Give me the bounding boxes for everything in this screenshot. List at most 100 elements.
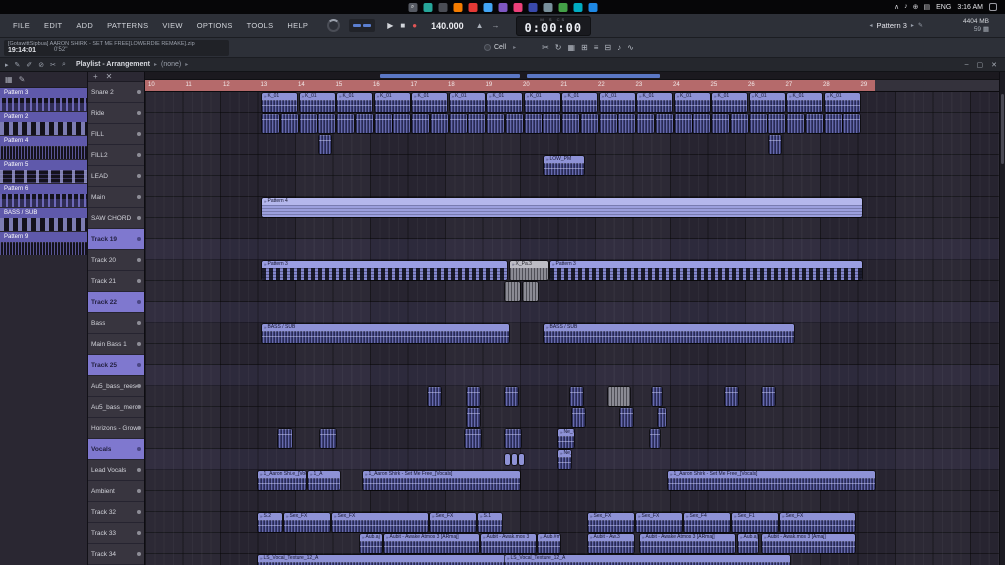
playlist-grid[interactable]: 10 11 12 13 14 15 16 17 18 19 20 21 22 23 24 25 26 27 28 29… — [145, 72, 1000, 565]
menu-options[interactable]: OPTIONS — [190, 21, 240, 30]
pattern-selector-label[interactable]: Pattern 3 — [876, 21, 906, 30]
chevron-up-icon[interactable]: ∧ — [894, 3, 899, 11]
mute-dot-icon[interactable] — [137, 321, 141, 325]
timeline-ruler[interactable]: 10 11 12 13 14 15 16 17 18 19 20 21 22 23 24 25 26 27 28 29 — [145, 80, 999, 92]
playlist-clip[interactable]: » K_01 — [562, 93, 597, 112]
mute-dot-icon[interactable] — [137, 216, 141, 220]
playlist-clip[interactable] — [730, 114, 748, 133]
playlist-clip[interactable] — [768, 114, 786, 133]
track-header[interactable]: Track 25 — [88, 355, 144, 376]
playlist-clip[interactable] — [374, 114, 392, 133]
playlist-clip[interactable]: » Aubit - Awake Atmos 3 [ARmaj] — [640, 534, 735, 553]
add-track-icon[interactable]: + — [93, 72, 98, 81]
taskbar-app-pink-icon[interactable] — [513, 2, 522, 12]
playlist-clip[interactable] — [278, 429, 292, 448]
playlist-clip[interactable]: » Pattern 3 — [550, 261, 862, 280]
playlist-clip[interactable] — [524, 114, 542, 133]
loop-selection[interactable] — [145, 80, 875, 91]
taskbar-search-icon[interactable]: ⌕ — [408, 2, 417, 12]
record-icon[interactable]: ● — [412, 21, 417, 30]
playlist-clip[interactable] — [318, 114, 336, 133]
pattern-item[interactable]: Pattern 3 — [0, 88, 87, 111]
playlist-clip[interactable] — [320, 429, 336, 448]
play-icon[interactable]: ▶ — [387, 21, 393, 30]
track-header[interactable]: Track 32 — [88, 502, 144, 523]
vertical-scrollbar[interactable] — [1000, 72, 1005, 565]
playlist-clip[interactable] — [637, 114, 654, 133]
pattern-item[interactable]: Pattern 9 — [0, 232, 87, 255]
playlist-clip[interactable] — [262, 114, 279, 133]
playlist-clip[interactable] — [749, 114, 767, 133]
track-header[interactable]: Ambient — [88, 481, 144, 502]
slide-icon[interactable]: ≡ — [594, 43, 599, 52]
pattern-selector[interactable]: ◂ Pattern 3 ▸ ✎ — [869, 21, 923, 30]
chevron-left-icon[interactable]: ◂ — [869, 22, 872, 29]
track-header[interactable]: Track 34 — [88, 544, 144, 565]
track-header[interactable]: Track 19 — [88, 229, 144, 250]
pencil-icon[interactable]: ✎ — [918, 22, 923, 29]
articulate-icon[interactable]: ∿ — [627, 43, 634, 52]
playlist-clip[interactable]: » K_01 — [337, 93, 372, 112]
playlist-clip[interactable]: » Sex_F4 — [684, 513, 730, 532]
pattern-item[interactable]: Pattern 2 — [0, 112, 87, 135]
mute-dot-icon[interactable] — [137, 447, 141, 451]
clip-area[interactable]: » K_01» K_01» K_01» K_01» K_01» K_01» K_01» K_01… — [145, 92, 999, 565]
pattern-mode-icon[interactable]: ▲ — [476, 21, 484, 30]
playlist-clip[interactable] — [843, 114, 861, 133]
playlist-clip[interactable]: » 1_A — [308, 471, 340, 490]
playlist-clip[interactable] — [762, 387, 775, 406]
menu-tools[interactable]: TOOLS — [240, 21, 281, 30]
playlist-clip[interactable]: » K_01 — [599, 93, 635, 112]
playlist-clip[interactable]: » Aub.aj — [738, 534, 758, 553]
zoom-icon[interactable]: ⌕ — [62, 61, 66, 69]
minimize-icon[interactable]: – — [965, 61, 969, 69]
tempo-value[interactable]: 140.000 — [431, 21, 464, 31]
playlist-clip[interactable] — [487, 114, 504, 133]
playlist-clip[interactable]: » Sex_FX — [430, 513, 476, 532]
mute-dot-icon[interactable] — [137, 237, 141, 241]
playlist-clip[interactable]: » Sex_FX — [780, 513, 855, 532]
step-edit-icon[interactable]: ▦ — [567, 43, 575, 52]
playlist-clip[interactable] — [299, 114, 317, 133]
track-header[interactable]: Horizons - Growl.. — [88, 418, 144, 439]
playlist-clip[interactable]: » Sex_FX — [284, 513, 330, 532]
playlist-clip[interactable] — [769, 135, 781, 154]
pattern-item[interactable]: Pattern 5 — [0, 160, 87, 183]
taskbar-app-royal-icon[interactable] — [588, 2, 597, 12]
playlist-clip[interactable] — [523, 282, 538, 301]
playlist-clip[interactable]: » BASS / SUB — [544, 324, 794, 343]
cut-icon[interactable]: ✂ — [542, 43, 549, 52]
playlist-clip[interactable]: » K_01 — [824, 93, 860, 112]
mute-dot-icon[interactable] — [137, 153, 141, 157]
playlist-clip[interactable] — [280, 114, 298, 133]
mute-dot-icon[interactable] — [137, 468, 141, 472]
track-header[interactable]: Bass — [88, 313, 144, 334]
menu-edit[interactable]: EDIT — [37, 21, 69, 30]
playlist-clip[interactable]: » 1_Aaron Shirk - Set Me Free_[Vocals] — [363, 471, 520, 490]
mute-dot-icon[interactable] — [137, 132, 141, 136]
menu-help[interactable]: HELP — [280, 21, 315, 30]
playlist-clip[interactable]: » K_01 — [712, 93, 747, 112]
close-icon[interactable]: ✕ — [991, 61, 997, 69]
playlist-clip[interactable] — [712, 114, 729, 133]
quantize-icon[interactable]: ⊞ — [581, 43, 588, 52]
taskbar-app-cyan-icon[interactable] — [573, 2, 582, 12]
track-header[interactable]: FILL2 — [88, 145, 144, 166]
playlist-clip[interactable]: » K_01 — [674, 93, 710, 112]
stop-icon[interactable]: ■ — [400, 21, 405, 30]
pattern-item[interactable]: Pattern 4 — [0, 136, 87, 159]
playlist-clip[interactable] — [428, 387, 441, 406]
playlist-clip[interactable] — [650, 429, 660, 448]
taskbar-app-grey-icon[interactable] — [543, 2, 552, 12]
step-grid-icon[interactable]: ▦ — [5, 75, 13, 84]
playlist-clip[interactable] — [467, 387, 480, 406]
mute-dot-icon[interactable] — [137, 90, 141, 94]
network-icon[interactable]: ⊕ — [913, 3, 919, 11]
playlist-clip[interactable] — [572, 408, 585, 427]
notification-icon[interactable] — [989, 3, 997, 11]
playlist-clip[interactable] — [519, 454, 524, 465]
playlist-clip[interactable]: » Aubit - Awake Atmos 3 [ARmaj] — [384, 534, 479, 553]
taskbar-app-blue-icon[interactable] — [483, 2, 492, 12]
playlist-clip[interactable] — [599, 114, 617, 133]
mute-dot-icon[interactable] — [137, 531, 141, 535]
